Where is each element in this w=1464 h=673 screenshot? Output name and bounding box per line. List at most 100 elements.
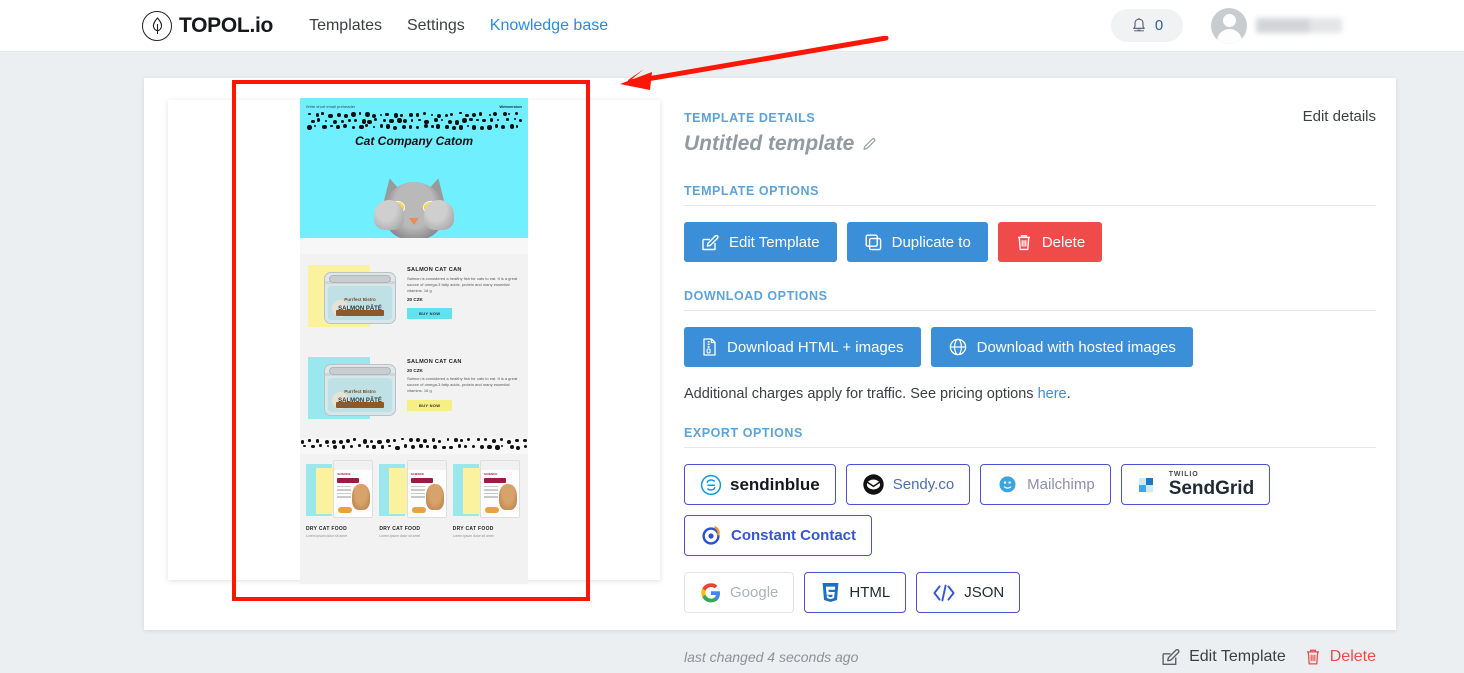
footer-edit-template-button[interactable]: Edit Template (1161, 647, 1286, 667)
traffic-note-text: Additional charges apply for traffic. Se… (684, 386, 1038, 402)
buy-now-button[interactable]: BUY NOW (407, 308, 452, 319)
export-json-button[interactable]: JSON (916, 572, 1020, 613)
product-price: 20 CZK (407, 297, 520, 302)
email-title: Cat Company Catom (306, 130, 522, 154)
delete-button[interactable]: Delete (998, 222, 1102, 262)
edit-details-link[interactable]: Edit details (1303, 108, 1376, 125)
email-preheader: Write short email preheader (306, 104, 355, 109)
template-options-buttons: Edit Template Duplicate to Delete (684, 222, 1376, 262)
sendgrid-twilio-sup: TWILIO (1169, 471, 1255, 478)
json-label: JSON (964, 584, 1004, 601)
export-chips-row-1: sendinblue Sendy.co Mailchimp TWILIO Sen… (684, 464, 1376, 556)
template-options-header: TEMPLATE OPTIONS (684, 182, 1376, 206)
template-details-label: TEMPLATE DETAILS (684, 111, 815, 125)
pencil-edit-icon[interactable] (862, 136, 878, 152)
dry-food-title: DRY CAT FOOD (379, 526, 448, 532)
sendy-icon (862, 473, 885, 496)
mailchimp-label: Mailchimp (1027, 476, 1095, 493)
html-label: HTML (849, 584, 890, 601)
template-details-section: TEMPLATE DETAILS Edit details Untitled t… (684, 108, 1376, 667)
pricing-options-link[interactable]: here (1038, 386, 1067, 402)
brand-logo[interactable]: TOPOL.io (142, 11, 273, 41)
footer-delete-button[interactable]: Delete (1304, 647, 1376, 667)
email-template-preview[interactable]: Write short email preheader Webversion C… (300, 98, 528, 584)
export-html-button[interactable]: HTML (804, 572, 906, 613)
export-sendy-button[interactable]: Sendy.co (846, 464, 970, 505)
dry-food-desc: Lorem ipsum dolor sit amet (453, 534, 522, 539)
export-sendgrid-button[interactable]: TWILIO SendGrid (1121, 464, 1271, 505)
export-chips-row-2: Google HTML JSON (684, 572, 1376, 613)
template-name: Untitled template (684, 132, 854, 156)
top-navigation-bar: TOPOL.io Templates Settings Knowledge ba… (0, 0, 1464, 52)
dry-food-title: DRY CAT FOOD (453, 526, 522, 532)
product-row: Purrfect Bistro SALMON PÂTÉ SALMON CAT C… (300, 254, 528, 346)
product-description: Salmon is considered a healthy fish for … (407, 276, 520, 294)
sendinblue-icon (700, 474, 722, 496)
export-options-label: EXPORT OPTIONS (684, 426, 803, 440)
mailchimp-icon (996, 473, 1019, 496)
footer-edit-template-label: Edit Template (1189, 648, 1286, 666)
constant-contact-label: Constant Contact (731, 527, 856, 544)
globe-icon (948, 337, 968, 357)
sendgrid-label: SendGrid (1169, 479, 1255, 498)
dry-food-desc: Lorem ipsum dolor sit amet (379, 534, 448, 539)
sendinblue-label: sendinblue (730, 475, 820, 495)
sendgrid-icon (1137, 473, 1161, 497)
user-menu[interactable] (1211, 8, 1342, 44)
nav-links: Templates Settings Knowledge base (309, 17, 608, 35)
trash-icon (1304, 647, 1322, 667)
export-constant-contact-button[interactable]: Constant Contact (684, 515, 872, 556)
edit-template-label: Edit Template (729, 234, 820, 251)
product-price: 20 CZK (407, 368, 520, 373)
paw-print-divider-bottom (300, 438, 528, 454)
dry-food-desc: Lorem ipsum dolor sit amet (306, 534, 375, 539)
nav-link-settings[interactable]: Settings (407, 17, 465, 35)
template-name-row: Untitled template (684, 132, 1376, 156)
html5-icon (820, 581, 841, 604)
product-title: SALMON CAT CAN (407, 359, 520, 365)
last-changed-text: last changed 4 seconds ago (684, 649, 858, 665)
brand-name: TOPOL.io (179, 14, 273, 38)
download-options-buttons: Download HTML + images Download with hos… (684, 327, 1376, 367)
product-image: Purrfect Bistro SALMON PÂTÉ (308, 263, 400, 337)
trash-icon (1015, 233, 1033, 252)
email-webversion-link[interactable]: Webversion (499, 104, 522, 109)
dry-food-item[interactable]: SCIENCE DRY CAT FOOD Lorem ipsum dolor s… (306, 460, 375, 539)
nav-link-templates[interactable]: Templates (309, 17, 382, 35)
avatar (1211, 8, 1247, 44)
export-sendinblue-button[interactable]: sendinblue (684, 464, 836, 505)
product-title: SALMON CAT CAN (407, 267, 520, 273)
edit-template-button[interactable]: Edit Template (684, 222, 837, 262)
product-description: Salmon is considered a healthy fish for … (407, 376, 520, 394)
download-html-images-button[interactable]: Download HTML + images (684, 327, 921, 367)
download-hosted-images-label: Download with hosted images (977, 339, 1176, 356)
can-brand-text: Purrfect Bistro (344, 389, 376, 394)
dry-food-item[interactable]: SCIENCE DRY CAT FOOD Lorem ipsum dolor s… (453, 460, 522, 539)
details-footer: last changed 4 seconds ago Edit Template (684, 647, 1376, 667)
cat-hero-image (300, 154, 528, 254)
sendy-label: Sendy.co (893, 476, 954, 493)
edit-square-icon (1161, 647, 1181, 667)
download-options-label: DOWNLOAD OPTIONS (684, 289, 828, 303)
duplicate-to-button[interactable]: Duplicate to (847, 222, 988, 262)
zip-file-icon (701, 337, 718, 357)
can-brand-text: Purrfect Bistro (344, 297, 376, 302)
notifications-button[interactable]: 0 (1111, 9, 1183, 42)
download-html-images-label: Download HTML + images (727, 339, 904, 356)
download-options-header: DOWNLOAD OPTIONS (684, 287, 1376, 311)
notification-count: 0 (1155, 17, 1163, 34)
nav-link-knowledge-base[interactable]: Knowledge base (490, 17, 608, 35)
template-options-label: TEMPLATE OPTIONS (684, 184, 819, 198)
dry-food-item[interactable]: SCIENCE DRY CAT FOOD Lorem ipsum dolor s… (379, 460, 448, 539)
constant-contact-icon (700, 524, 723, 547)
email-header: Write short email preheader Webversion C… (300, 98, 528, 154)
dry-food-grid: SCIENCE DRY CAT FOOD Lorem ipsum dolor s… (300, 454, 528, 545)
export-mailchimp-button[interactable]: Mailchimp (980, 464, 1111, 505)
traffic-charges-note: Additional charges apply for traffic. Se… (684, 386, 1376, 402)
nav-right-group: 0 (1111, 8, 1342, 44)
product-image: Purrfect Bistro SALMON PÂTÉ (308, 355, 400, 429)
export-google-button[interactable]: Google (684, 572, 794, 613)
buy-now-button[interactable]: BUY NOW (407, 400, 452, 411)
topol-leaf-icon (142, 11, 172, 41)
download-hosted-images-button[interactable]: Download with hosted images (931, 327, 1193, 367)
